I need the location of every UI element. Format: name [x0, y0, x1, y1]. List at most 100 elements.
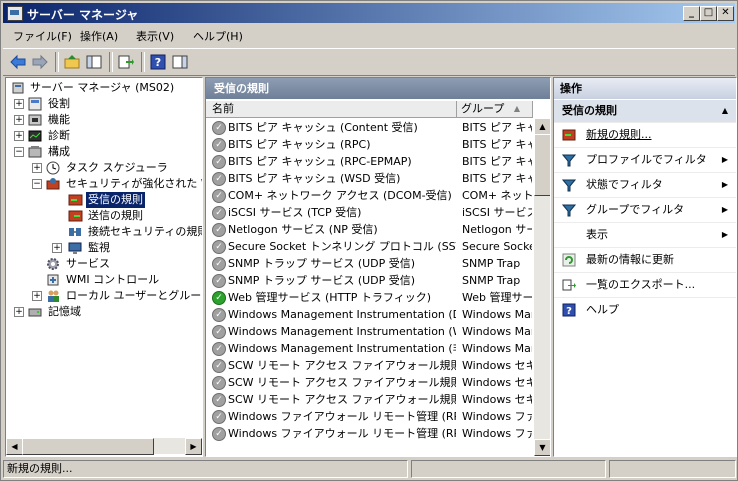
- minimize-button[interactable]: _: [683, 6, 700, 21]
- menu-file[interactable]: ファイル(F): [13, 28, 72, 44]
- rule-row[interactable]: ✓ SNMP トラップ サービス (UDP 受信) SNMP Trap: [206, 272, 532, 289]
- rule-disabled-icon: ✓: [212, 342, 226, 356]
- action-new-rule[interactable]: 新規の規則...: [554, 122, 736, 147]
- column-header-name[interactable]: 名前: [206, 101, 457, 118]
- rule-row[interactable]: ✓ SNMP トラップ サービス (UDP 受信) SNMP Trap: [206, 255, 532, 272]
- rule-disabled-icon: ✓: [212, 172, 226, 186]
- collapse-icon[interactable]: ▲: [722, 100, 728, 122]
- refresh-icon: [562, 253, 576, 267]
- submenu-arrow-icon: ▶: [721, 230, 728, 239]
- show-hide-tree-icon[interactable]: [85, 53, 103, 71]
- rule-row[interactable]: ✓ iSCSI サービス (TCP 受信) iSCSI サービス: [206, 204, 532, 221]
- toolbar-separator: [55, 52, 59, 72]
- rule-row[interactable]: ✓Windows Management Instrumentation (WMI…: [206, 323, 532, 340]
- rule-row[interactable]: ✓Web 管理サービス (HTTP トラフィック) Web 管理サービス: [206, 289, 532, 306]
- show-hide-action-pane-icon[interactable]: [171, 53, 189, 71]
- sort-ascending-icon: ▲: [513, 104, 520, 113]
- rule-group: Windows セキュリティ: [462, 393, 532, 406]
- up-folder-icon[interactable]: [63, 53, 81, 71]
- actions-section-header[interactable]: 受信の規則 ▲: [554, 100, 736, 122]
- expander-icon[interactable]: +: [52, 243, 62, 253]
- submenu-arrow-icon: ▶: [721, 155, 728, 164]
- expander-icon[interactable]: +: [14, 99, 24, 109]
- expander-icon[interactable]: +: [14, 307, 24, 317]
- menu-view[interactable]: 表示(V): [136, 28, 174, 44]
- expander-icon[interactable]: −: [32, 179, 42, 189]
- tree-horizontal-scrollbar[interactable]: ◀ ▶: [6, 438, 202, 455]
- action-refresh[interactable]: 最新の情報に更新: [554, 247, 736, 272]
- rule-name: SCW リモート アクセス ファイアウォール規則 - ...: [228, 376, 456, 389]
- tree-label: 接続セキュリティの規則: [88, 225, 203, 238]
- rule-row[interactable]: ✓Secure Socket トンネリング プロトコル (SSTP 受信) Sec…: [206, 238, 532, 255]
- rule-group: Netlogon サービス: [462, 223, 532, 236]
- rules-vertical-scrollbar[interactable]: ▲ ▼: [534, 118, 550, 456]
- column-label: グループ: [461, 102, 505, 115]
- submenu-arrow-icon: ▶: [721, 180, 728, 189]
- help-icon[interactable]: ?: [149, 53, 167, 71]
- gear-icon: [47, 258, 59, 270]
- action-view[interactable]: 表示 ▶: [554, 222, 736, 247]
- rule-row[interactable]: ✓SCW リモート アクセス ファイアウォール規則 - ... Windows セ…: [206, 391, 532, 408]
- expander-icon[interactable]: −: [14, 147, 24, 157]
- title-bar[interactable]: サーバー マネージャ _ □ ✕: [3, 3, 735, 23]
- rule-name: Web 管理サービス (HTTP トラフィック): [228, 291, 431, 304]
- rule-row[interactable]: ✓BITS ピア キャッシュ (Content 受信) BITS ピア キャッシュ: [206, 119, 532, 136]
- maximize-button[interactable]: □: [700, 6, 717, 21]
- scroll-thumb[interactable]: [534, 134, 550, 196]
- rule-disabled-icon: ✓: [212, 393, 226, 407]
- submenu-arrow-icon: ▶: [721, 205, 728, 214]
- rule-row[interactable]: ✓Windows ファイアウォール リモート管理 (RPC) Windows ファ…: [206, 408, 532, 425]
- rule-row[interactable]: ✓BITS ピア キャッシュ (RPC-EPMAP) BITS ピア キャッシュ: [206, 153, 532, 170]
- window-title: サーバー マネージャ: [27, 8, 139, 22]
- expander-icon[interactable]: +: [14, 115, 24, 125]
- pane-header: 受信の規則: [206, 78, 550, 99]
- action-filter-by-state[interactable]: 状態でフィルタ ▶: [554, 172, 736, 197]
- close-button[interactable]: ✕: [717, 6, 734, 21]
- new-rule-icon: [562, 129, 576, 141]
- actions-title: 操作: [560, 82, 582, 95]
- rule-group: BITS ピア キャッシュ: [462, 138, 532, 151]
- action-label: 一覧のエクスポート...: [586, 278, 696, 291]
- firewall-icon: [46, 178, 60, 190]
- rule-row[interactable]: ✓BITS ピア キャッシュ (WSD 受信) BITS ピア キャッシュ: [206, 170, 532, 187]
- menu-action[interactable]: 操作(A): [80, 28, 118, 44]
- menu-help[interactable]: ヘルプ(H): [193, 28, 243, 44]
- scroll-thumb[interactable]: [22, 438, 154, 455]
- scroll-right-icon[interactable]: ▶: [185, 438, 202, 455]
- rule-row[interactable]: ✓BITS ピア キャッシュ (RPC) BITS ピア キャッシュ: [206, 136, 532, 153]
- menu-bar: ファイル(F) 操作(A) 表示(V) ヘルプ(H): [3, 25, 735, 45]
- rule-name: Netlogon サービス (NP 受信): [228, 223, 378, 236]
- storage-icon: [28, 308, 42, 317]
- rule-group: BITS ピア キャッシュ: [462, 121, 532, 134]
- tree-label: 送信の規則: [88, 209, 143, 222]
- rule-row[interactable]: ✓Windows Management Instrumentation (DCO…: [206, 306, 532, 323]
- action-filter-by-group[interactable]: グループでフィルタ ▶: [554, 197, 736, 222]
- forward-arrow-icon[interactable]: [31, 53, 49, 71]
- rule-group: Windows セキュリティ: [462, 376, 532, 389]
- roles-icon: [28, 97, 42, 111]
- scroll-down-icon[interactable]: ▼: [534, 439, 550, 456]
- expander-icon[interactable]: +: [32, 163, 42, 173]
- rule-row[interactable]: ✓Windows Management Instrumentation (非同期…: [206, 340, 532, 357]
- rule-row[interactable]: ✓SCW リモート アクセス ファイアウォール規則 - ... Windows セ…: [206, 374, 532, 391]
- column-header-group[interactable]: グループ ▲: [457, 101, 533, 118]
- expander-icon[interactable]: +: [14, 131, 24, 141]
- rule-group: BITS ピア キャッシュ: [462, 172, 532, 185]
- rule-row[interactable]: ✓COM+ ネットワーク アクセス (DCOM-受信) COM+ ネットワーク ア…: [206, 187, 532, 204]
- action-help[interactable]: ? ヘルプ: [554, 297, 736, 322]
- rule-row[interactable]: ✓Netlogon サービス (NP 受信) Netlogon サービス: [206, 221, 532, 238]
- rule-row[interactable]: ✓SCW リモート アクセス ファイアウォール規則 - ... Windows セ…: [206, 357, 532, 374]
- action-export-list[interactable]: 一覧のエクスポート...: [554, 272, 736, 297]
- scroll-up-icon[interactable]: ▲: [534, 118, 550, 135]
- rule-name: SNMP トラップ サービス (UDP 受信): [228, 274, 416, 287]
- action-filter-by-profile[interactable]: プロファイルでフィルタ ▶: [554, 147, 736, 172]
- back-arrow-icon[interactable]: [9, 53, 27, 71]
- status-text: 新規の規則...: [3, 460, 408, 478]
- tree-label: サービス: [66, 257, 110, 270]
- rule-disabled-icon: ✓: [212, 189, 226, 203]
- rule-row[interactable]: ✓Windows ファイアウォール リモート管理 (RPC-EPMAP) Wind…: [206, 425, 532, 442]
- expander-icon[interactable]: +: [32, 291, 42, 301]
- export-list-icon[interactable]: [117, 53, 135, 71]
- tree-label: 診断: [48, 129, 70, 142]
- scroll-left-icon[interactable]: ◀: [6, 438, 23, 455]
